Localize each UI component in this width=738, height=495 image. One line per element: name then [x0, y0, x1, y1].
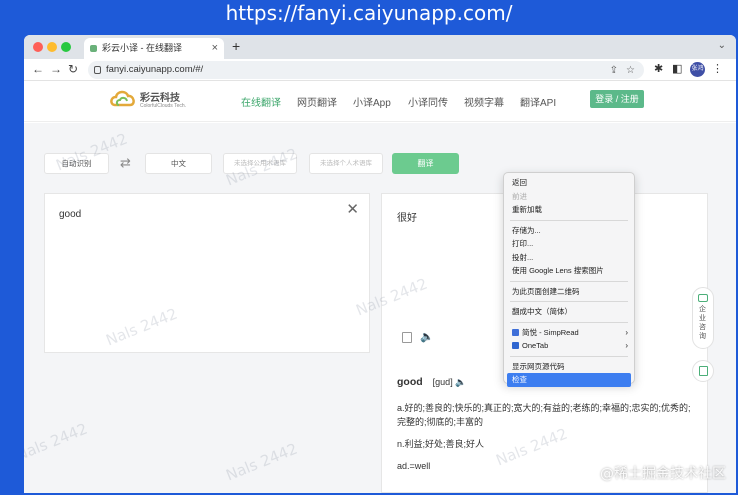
browser-window: 彩云小译 - 在线翻译 × + ⌄ ← → ↻ fanyi.caiyunapp.… [24, 35, 736, 493]
swap-languages-icon[interactable]: ⇄ [120, 155, 131, 171]
more-menu-icon[interactable]: ⋮ [712, 62, 723, 75]
menu-item-print[interactable]: 打印... [504, 237, 634, 251]
dict-entry: a.好的;善良的;快乐的;真正的;宽大的;有益的;老练的;幸福的;忠实的;优秀的… [397, 403, 691, 427]
enterprise-consult-label: 企业咨询 [699, 306, 706, 340]
new-tab-button[interactable]: + [232, 38, 240, 54]
nav-video-subtitles[interactable]: 视频字幕 [464, 94, 504, 109]
translation-result: 很好 [397, 213, 417, 224]
onetab-icon [512, 342, 519, 349]
enterprise-consult-widget[interactable]: 企业咨询 [692, 287, 714, 349]
watermark: Nals 2442 [223, 439, 300, 485]
chevron-down-icon[interactable]: ⌄ [718, 40, 726, 51]
share-icon[interactable]: ⇪ [610, 62, 618, 80]
target-language-select[interactable]: 中文 [145, 153, 212, 174]
menu-separator [510, 219, 628, 221]
context-menu: 返回 前进 重新加载 存储为... 打印... 投射... 使用 Google … [503, 172, 635, 387]
nav-app[interactable]: 小译App [353, 94, 391, 109]
extensions-icon[interactable]: ✱ [654, 62, 663, 75]
chat-icon [698, 294, 708, 302]
minimize-window-button[interactable] [47, 42, 57, 52]
translate-button[interactable]: 翻译 [392, 153, 459, 174]
url-banner: https://fanyi.caiyunapp.com/ [225, 1, 513, 25]
copy-icon[interactable] [402, 332, 412, 343]
tab-close-icon[interactable]: × [212, 38, 218, 59]
source-panel[interactable]: good ✕ [44, 193, 370, 353]
tab-bar: 彩云小译 - 在线翻译 × + ⌄ [24, 35, 736, 59]
watermark: Nals 2442 [24, 419, 90, 465]
menu-item-onetab[interactable]: OneTab › [504, 339, 634, 353]
menu-item-label: 简悦 - SimpRead [522, 327, 579, 337]
personal-glossary-select[interactable]: 未选择个人术语库 [309, 153, 383, 174]
address-bar[interactable]: fanyi.caiyunapp.com/#/ ⇪ ☆ [88, 61, 644, 79]
nav-online-translate[interactable]: 在线翻译 [241, 94, 281, 109]
source-textarea[interactable]: good [59, 209, 81, 220]
menu-separator [510, 301, 628, 302]
submenu-arrow-icon: › [625, 341, 628, 350]
menu-item-save-as[interactable]: 存储为... [504, 224, 634, 238]
reload-icon[interactable]: ↻ [68, 62, 78, 76]
tab-title: 彩云小译 - 在线翻译 [102, 43, 182, 53]
menu-item-forward[interactable]: 前进 [504, 190, 634, 204]
menu-separator [510, 355, 628, 357]
browser-toolbar: ← → ↻ fanyi.caiyunapp.com/#/ ⇪ ☆ ✱ ◧ 张鸿 … [24, 59, 736, 81]
menu-item-label: OneTab [522, 341, 549, 350]
browser-tab[interactable]: 彩云小译 - 在线翻译 × [84, 38, 224, 59]
dict-phonetic: [gud] [432, 377, 453, 387]
simpread-icon [512, 328, 519, 336]
nav-api[interactable]: 翻译API [520, 94, 556, 109]
side-panel-icon[interactable]: ◧ [672, 62, 682, 75]
menu-separator [510, 280, 628, 282]
edit-icon [699, 366, 708, 376]
nav-simultaneous[interactable]: 小译同传 [408, 94, 448, 109]
address-text: fanyi.caiyunapp.com/#/ [106, 64, 204, 75]
site-watermark: @稀土掘金技术社区 [600, 466, 726, 482]
speaker-icon[interactable]: 🔈 [420, 330, 434, 343]
menu-item-back[interactable]: 返回 [504, 176, 634, 190]
menu-separator [510, 321, 628, 323]
menu-item-google-lens[interactable]: 使用 Google Lens 搜索图片 [504, 264, 634, 278]
logo-cloud-icon [110, 90, 135, 107]
nav-web-translate[interactable]: 网页翻译 [297, 94, 337, 109]
dict-entry: ad.=well [397, 461, 431, 471]
submenu-arrow-icon: › [625, 327, 628, 337]
lock-icon [94, 66, 101, 74]
maximize-window-button[interactable] [61, 42, 71, 52]
dict-headword: good [gud] 🔈 [397, 376, 466, 388]
menu-item-qr-code[interactable]: 为此页面创建二维码 [504, 285, 634, 299]
menu-item-view-source[interactable]: 显示网页源代码 [504, 360, 634, 374]
forward-icon[interactable]: → [50, 62, 62, 76]
dict-word: good [397, 376, 423, 388]
clear-icon[interactable]: ✕ [346, 200, 359, 218]
menu-item-cast[interactable]: 投射... [504, 251, 634, 265]
favicon-icon [90, 45, 97, 52]
login-register-button[interactable]: 登录 / 注册 [590, 90, 644, 108]
menu-item-inspect[interactable]: 检查 [507, 373, 631, 387]
logo-text: 彩云科技 [140, 93, 180, 104]
profile-avatar[interactable]: 张鸿 [690, 62, 705, 77]
phonetic-speaker-icon[interactable]: 🔈 [455, 377, 466, 387]
menu-item-translate[interactable]: 翻成中文（简体） [504, 305, 634, 319]
feedback-button[interactable] [692, 360, 714, 382]
site-header: 彩云科技 ColorfulClouds Tech. 在线翻译 网页翻译 小译Ap… [24, 81, 736, 122]
bookmark-star-icon[interactable]: ☆ [626, 62, 635, 80]
back-icon[interactable]: ← [32, 62, 44, 76]
close-window-button[interactable] [33, 42, 43, 52]
logo-subtitle: ColorfulClouds Tech. [140, 103, 187, 109]
dict-entry: n.利益;好处;善良;好人 [397, 439, 485, 449]
menu-item-simpread[interactable]: 简悦 - SimpRead › [504, 326, 634, 340]
menu-item-reload[interactable]: 重新加载 [504, 203, 634, 217]
